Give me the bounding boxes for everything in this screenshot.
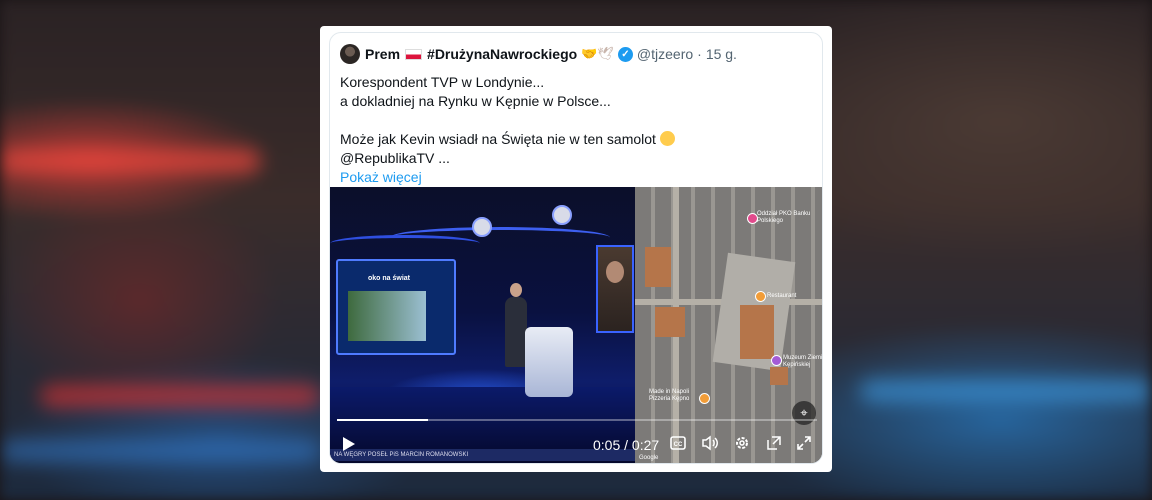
map-label: Restaurant bbox=[767, 293, 797, 299]
video-controls: 0:05 / 0:27 CC bbox=[330, 431, 822, 459]
tweet-line: a dokladniej na Rynku w Kępnie w Polsce.… bbox=[340, 93, 611, 109]
tweet-header: Prem #DrużynaNawrockiego 🤝🕊 ✓ @tjzeero ·… bbox=[340, 43, 737, 65]
video-player[interactable]: oko na świat NA WĘGRY POSEŁ PiS MARCIN R… bbox=[330, 187, 823, 463]
handshake-dove-emoji: 🤝🕊 bbox=[581, 46, 614, 61]
tweet-line: Korespondent TVP w Londynie... bbox=[340, 74, 545, 90]
wink-emoji-icon bbox=[659, 131, 675, 146]
map-pin-icon bbox=[771, 355, 782, 366]
current-time: 0:05 bbox=[593, 437, 621, 453]
tweet-text: Korespondent TVP w Londynie... a dokladn… bbox=[340, 73, 814, 187]
guest-video-box bbox=[596, 245, 634, 333]
tweet-line: Może jak Kevin wsiadł na Święta nie w te… bbox=[340, 131, 656, 147]
separator-dot: · bbox=[697, 46, 702, 62]
clock-icon bbox=[472, 217, 492, 237]
video-time: 0:05 / 0:27 bbox=[593, 437, 659, 453]
big-ben-image bbox=[348, 291, 426, 341]
tweet-embed[interactable]: Prem #DrużynaNawrockiego 🤝🕊 ✓ @tjzeero ·… bbox=[329, 32, 823, 464]
fullscreen-icon[interactable] bbox=[794, 435, 814, 455]
satellite-map: Oddział PKO Banku Polskiego Restaurant M… bbox=[635, 187, 823, 463]
play-icon[interactable] bbox=[343, 437, 355, 451]
svg-text:CC: CC bbox=[674, 442, 683, 448]
studio-light-arch bbox=[330, 235, 480, 252]
studio-desk bbox=[525, 327, 573, 397]
presenter bbox=[505, 297, 527, 367]
tweet-age[interactable]: 15 g. bbox=[706, 46, 737, 62]
captions-icon[interactable]: CC bbox=[668, 435, 688, 455]
volume-icon[interactable] bbox=[700, 435, 720, 455]
popout-icon[interactable] bbox=[764, 435, 784, 455]
screen-label: oko na świat bbox=[368, 275, 411, 282]
map-locate-icon[interactable]: ⌖ bbox=[792, 401, 816, 425]
display-name[interactable]: Prem bbox=[365, 46, 400, 62]
tweet-card: Prem #DrużynaNawrockiego 🤝🕊 ✓ @tjzeero ·… bbox=[320, 26, 832, 472]
map-label: Made in Napoli Pizzeria Kępno bbox=[649, 389, 690, 402]
duration: 0:27 bbox=[631, 437, 660, 453]
show-more-link[interactable]: Pokaż więcej bbox=[340, 168, 814, 187]
hashtag-name[interactable]: #DrużynaNawrockiego bbox=[427, 46, 577, 62]
time-separator: / bbox=[624, 437, 629, 453]
user-handle[interactable]: @tjzeero bbox=[637, 46, 693, 62]
roof bbox=[645, 247, 671, 287]
map-label: Oddział PKO Banku Polskiego bbox=[757, 211, 811, 224]
video-progress-bar[interactable] bbox=[337, 419, 817, 421]
roof bbox=[740, 305, 774, 359]
roof bbox=[655, 307, 685, 337]
verified-badge-icon: ✓ bbox=[617, 46, 633, 62]
roof bbox=[770, 367, 788, 385]
tweet-mention[interactable]: @RepublikaTV ... bbox=[340, 149, 814, 168]
clock-icon bbox=[552, 205, 572, 225]
video-studio-frame: oko na świat NA WĘGRY POSEŁ PiS MARCIN R… bbox=[330, 187, 635, 463]
video-progress-fill bbox=[337, 419, 429, 421]
presenter-head bbox=[510, 283, 522, 297]
map-pin-icon bbox=[755, 291, 766, 302]
poland-flag-icon bbox=[405, 48, 423, 60]
map-label: Muzeum Ziemi Kępińskiej bbox=[783, 355, 823, 368]
avatar[interactable] bbox=[340, 44, 360, 64]
guest-face bbox=[606, 261, 624, 283]
settings-gear-icon[interactable] bbox=[732, 435, 752, 455]
studio-screen: oko na świat bbox=[336, 259, 456, 355]
